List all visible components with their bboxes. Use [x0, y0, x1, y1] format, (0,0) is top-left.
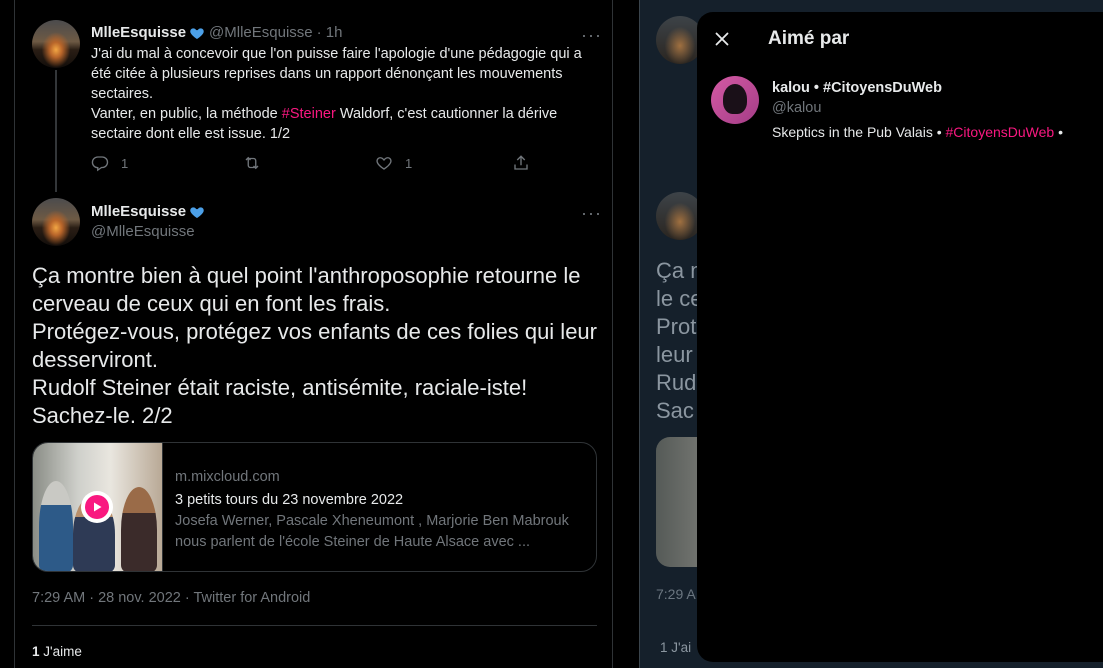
user-bio-text: Skeptics in the Pub Valais •	[772, 124, 946, 140]
author-name[interactable]: MlleEsquisse	[91, 24, 186, 41]
reply-text-part2: Vanter, en public, la méthode #Steiner W…	[91, 104, 601, 144]
main-tweet-text: Ça montre bien à quel point l'anthroposo…	[32, 263, 597, 428]
tweet-actions: 1 1	[91, 154, 531, 176]
author-handle[interactable]: @MlleEsquisse	[209, 24, 313, 41]
reply-count: 1	[121, 155, 129, 171]
user-bio: Skeptics in the Pub Valais • #CitoyensDu…	[772, 124, 1063, 140]
user-bio-suffix: •	[1054, 124, 1063, 140]
share-icon	[514, 155, 528, 170]
card-title: 3 petits tours du 23 novembre 2022	[175, 492, 404, 508]
likes-number: 1	[32, 644, 40, 659]
card-domain: m.mixcloud.com	[175, 469, 280, 485]
hashtag-link[interactable]: #Steiner	[282, 106, 336, 122]
divider	[32, 625, 597, 626]
card-description: Josefa Werner, Pascale Xheneumont , Marj…	[175, 513, 569, 550]
more-options-icon[interactable]: ···	[581, 26, 602, 44]
background-likes: 1 J'ai	[660, 640, 692, 655]
reply-icon	[91, 156, 109, 172]
author-name[interactable]: MlleEsquisse	[91, 203, 186, 220]
card-body: m.mixcloud.com 3 petits tours du 23 nove…	[175, 467, 585, 553]
main-author-name-row: MlleEsquisse	[91, 203, 205, 220]
verified-heart-icon	[190, 206, 204, 218]
like-count: 1	[405, 155, 413, 171]
card-thumbnail	[33, 443, 163, 571]
author-avatar[interactable]	[32, 198, 80, 246]
likes-label: J'aime	[43, 644, 82, 659]
tweet-time[interactable]: · 1h	[317, 24, 343, 41]
user-avatar[interactable]	[711, 76, 759, 124]
link-preview-card[interactable]: m.mixcloud.com 3 petits tours du 23 nove…	[32, 442, 597, 572]
retweet-icon	[245, 156, 259, 170]
reply-text-part1: J'ai du mal à concevoir que l'on puisse …	[91, 46, 582, 102]
thumbnail-person	[121, 487, 157, 571]
reply-tweet-text: J'ai du mal à concevoir que l'on puisse …	[91, 44, 601, 144]
more-options-icon[interactable]: ···	[581, 204, 602, 222]
close-icon[interactable]	[711, 28, 733, 50]
author-avatar[interactable]	[32, 20, 80, 68]
background-timestamp: 7:29 A	[656, 586, 696, 602]
thumbnail-person	[39, 481, 73, 571]
thread-line	[55, 70, 57, 192]
main-author-handle-row: @MlleEsquisse	[91, 223, 195, 240]
verified-heart-icon	[190, 27, 204, 39]
like-button[interactable]: 1	[375, 154, 412, 172]
share-button[interactable]	[512, 154, 530, 172]
reply-text-pre: Vanter, en public, la méthode	[91, 106, 282, 122]
liked-by-modal: Aimé par kalou • #CitoyensDuWeb @kalou S…	[697, 12, 1103, 662]
tweet-thread-column: MlleEsquisse @MlleEsquisse · 1h ··· J'ai…	[14, 0, 613, 668]
tweet-timestamp[interactable]: 7:29 AM · 28 nov. 2022 · Twitter for And…	[32, 590, 310, 606]
author-handle[interactable]: @MlleEsquisse	[91, 223, 195, 240]
user-name[interactable]: kalou • #CitoyensDuWeb	[772, 80, 942, 96]
retweet-button[interactable]	[243, 154, 261, 172]
reply-button[interactable]: 1	[91, 154, 128, 172]
play-icon	[94, 502, 102, 512]
like-icon	[376, 157, 392, 170]
likes-count-link[interactable]: 1 J'aime	[32, 644, 82, 659]
hashtag-link[interactable]: #CitoyensDuWeb	[946, 124, 1055, 140]
modal-title: Aimé par	[768, 28, 850, 49]
user-handle[interactable]: @kalou	[772, 100, 821, 116]
reply-author-row: MlleEsquisse @MlleEsquisse · 1h	[91, 24, 343, 41]
play-button[interactable]	[81, 491, 113, 523]
